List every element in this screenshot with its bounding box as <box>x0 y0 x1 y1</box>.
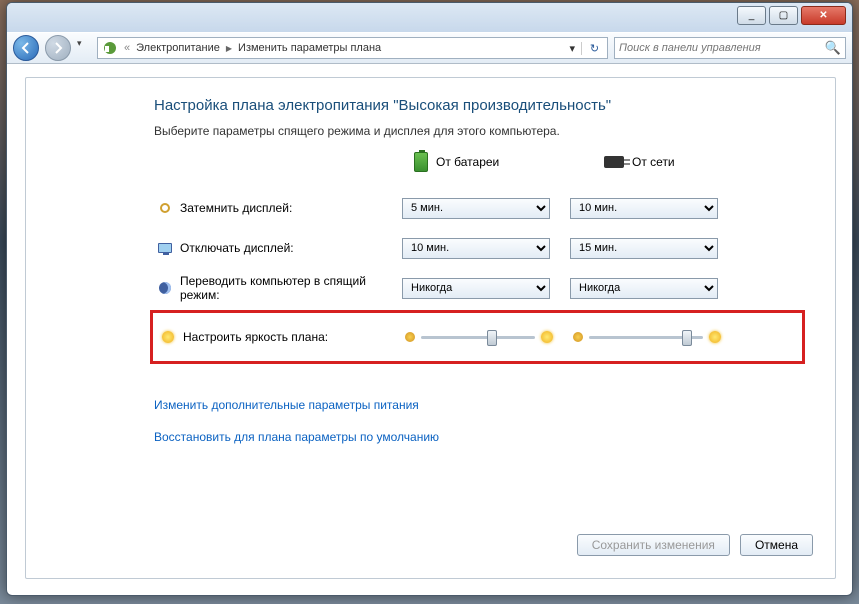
address-dropdown[interactable]: ▾ <box>569 42 575 55</box>
brightness-highlight-box: Настроить яркость плана: <box>150 310 805 364</box>
column-headers: От батареи От сети <box>414 152 805 172</box>
off-label: Отключать дисплей: <box>176 241 402 255</box>
history-dropdown[interactable]: ▾ <box>77 38 91 58</box>
breadcrumb-edit-plan[interactable]: Изменить параметры плана <box>238 42 381 54</box>
row-brightness: Настроить яркость плана: <box>157 317 798 357</box>
link-restore-defaults[interactable]: Восстановить для плана параметры по умол… <box>154 430 805 444</box>
link-advanced-settings[interactable]: Изменить дополнительные параметры питани… <box>154 398 805 412</box>
monitor-icon <box>158 243 172 253</box>
page-subtitle: Выберите параметры спящего режима и дисп… <box>154 124 805 138</box>
breadcrumb-chevron-root: « <box>124 42 130 54</box>
row-dim-display: Затемнить дисплей: 5 мин. 10 мин. <box>154 188 805 228</box>
address-bar[interactable]: « Электропитание ▶ Изменить параметры пл… <box>97 37 608 59</box>
sun-small-icon <box>405 332 415 342</box>
search-icon: 🔍 <box>825 40 841 56</box>
brightness-icon <box>162 331 174 343</box>
column-ac-label: От сети <box>632 155 675 169</box>
save-button[interactable]: Сохранить изменения <box>577 534 730 556</box>
maximize-button[interactable]: ▢ <box>769 6 798 25</box>
moon-icon <box>159 282 171 294</box>
off-ac-select[interactable]: 15 мин. <box>570 238 718 259</box>
refresh-button[interactable]: ↻ <box>581 42 603 55</box>
breadcrumb-power[interactable]: Электропитание <box>136 42 220 54</box>
control-panel-window: _ ▢ ✕ ▾ « Электропитание ▶ Изменить пара… <box>6 2 853 596</box>
sun-big-icon <box>709 331 721 343</box>
slider-thumb[interactable] <box>487 330 497 346</box>
navigation-bar: ▾ « Электропитание ▶ Изменить параметры … <box>7 32 852 64</box>
brightness-ac-slider[interactable] <box>573 328 721 346</box>
column-battery-label: От батареи <box>436 155 499 169</box>
chevron-right-icon: ▶ <box>226 44 232 53</box>
sun-small-icon <box>573 332 583 342</box>
minimize-button[interactable]: _ <box>737 6 766 25</box>
sleep-label: Переводить компьютер в спящий режим: <box>176 274 402 302</box>
sleep-ac-select[interactable]: Никогда <box>570 278 718 299</box>
page-title: Настройка плана электропитания "Высокая … <box>154 97 805 114</box>
power-options-icon <box>102 40 118 56</box>
content-panel: Настройка плана электропитания "Высокая … <box>25 77 836 579</box>
dim-battery-select[interactable]: 5 мин. <box>402 198 550 219</box>
column-battery: От батареи <box>414 152 554 172</box>
plug-icon <box>604 156 624 168</box>
close-button[interactable]: ✕ <box>801 6 846 25</box>
search-box[interactable]: 🔍 <box>614 37 846 59</box>
dim-icon <box>160 203 170 213</box>
arrow-right-icon <box>50 40 66 56</box>
row-turn-off-display: Отключать дисплей: 10 мин. 15 мин. <box>154 228 805 268</box>
brightness-label: Настроить яркость плана: <box>179 330 405 344</box>
cancel-button[interactable]: Отмена <box>740 534 813 556</box>
search-input[interactable] <box>619 42 825 54</box>
dim-label: Затемнить дисплей: <box>176 201 402 215</box>
forward-button[interactable] <box>45 35 71 61</box>
brightness-battery-slider[interactable] <box>405 328 553 346</box>
slider-thumb[interactable] <box>682 330 692 346</box>
action-buttons: Сохранить изменения Отмена <box>577 534 813 556</box>
battery-icon <box>414 152 428 172</box>
column-ac: От сети <box>604 152 744 172</box>
row-sleep: Переводить компьютер в спящий режим: Ник… <box>154 268 805 308</box>
titlebar: _ ▢ ✕ <box>7 3 852 32</box>
dim-ac-select[interactable]: 10 мин. <box>570 198 718 219</box>
off-battery-select[interactable]: 10 мин. <box>402 238 550 259</box>
arrow-left-icon <box>18 40 34 56</box>
sleep-battery-select[interactable]: Никогда <box>402 278 550 299</box>
sun-big-icon <box>541 331 553 343</box>
additional-links: Изменить дополнительные параметры питани… <box>154 398 805 444</box>
back-button[interactable] <box>13 35 39 61</box>
